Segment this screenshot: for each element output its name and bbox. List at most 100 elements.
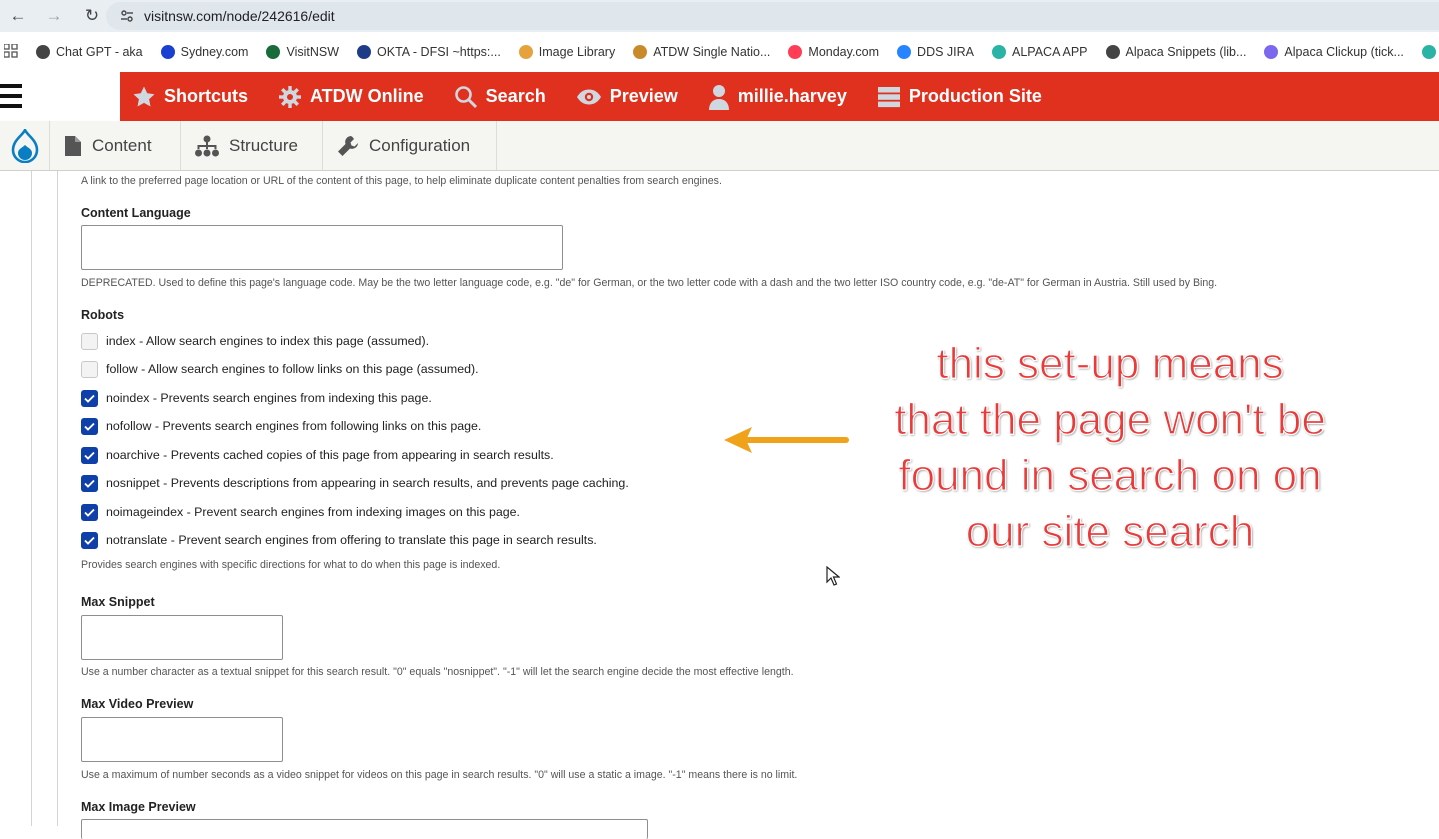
gear-icon [279,85,302,108]
toolbar-search[interactable]: Search [454,85,546,109]
forward-button[interactable]: → [36,0,72,32]
tray-content[interactable]: Content [50,121,181,170]
content-language-label: Content Language [81,206,191,220]
hamburger-menu-icon[interactable] [0,84,22,114]
openai-icon [36,45,50,59]
tray-structure[interactable]: Structure [181,121,323,170]
bookmark-item[interactable]: Sydney.com [160,45,249,59]
max-snippet-label: Max Snippet [81,595,155,609]
monday-icon [788,45,803,59]
checkmark-icon [84,394,95,403]
bookmark-item[interactable]: Chat GPT - aka [36,45,143,59]
toolbar-preview[interactable]: Preview [576,85,678,109]
reload-button[interactable]: ↻ [74,0,110,32]
apps-grid-icon[interactable] [3,42,18,61]
max-snippet-field[interactable] [81,615,283,660]
site-info-icon[interactable] [112,9,142,23]
max-video-preview-description: Use a maximum of number seconds as a vid… [81,769,798,781]
bookmark-item[interactable]: ALPACA APP [992,45,1088,59]
robots-label: Robots [81,308,125,322]
robots-option-nofollow[interactable]: nofollow - Prevents search engines from … [81,417,481,435]
robots-option-label: follow - Allow search engines to follow … [106,362,479,376]
bookmark-label: Image Library [538,45,616,59]
robots-option-follow[interactable]: follow - Allow search engines to follow … [81,360,479,378]
robots-option-noarchive[interactable]: noarchive - Prevents cached copies of th… [81,446,554,464]
edit-form: A link to the preferred page location or… [0,171,1439,839]
bookmark-item[interactable]: Alpaca Clickup (tick... [1264,45,1404,59]
robots-option-notranslate[interactable]: notranslate - Prevent search engines fro… [81,531,597,549]
visitnsw-icon [266,45,281,59]
annotation-text: this set-up means that the page won't be… [840,336,1380,560]
sitemap-icon [195,135,219,156]
checkbox[interactable] [81,360,98,378]
max-video-preview-label: Max Video Preview [81,697,194,711]
toolbar-shortcuts[interactable]: Shortcuts [132,85,248,109]
toolbar-user-label: millie.harvey [737,86,847,106]
annotation-line: found in search on on [898,450,1322,500]
canonical-url-description: A link to the preferred page location or… [81,175,722,187]
bookmark-label: ALPACA APP [1012,45,1088,59]
toolbar-user[interactable]: millie.harvey [708,84,847,110]
content-language-field[interactable] [81,225,563,270]
checkbox-checked[interactable] [81,446,98,464]
toolbar-production-site-label: Production Site [908,86,1042,106]
url-field[interactable]: visitnsw.com/node/242616/edit [106,2,1439,30]
alpaca-icon [1421,45,1436,59]
robots-description: Provides search engines with specific di… [81,559,501,571]
checkbox-checked[interactable] [81,389,98,407]
bookmark-item[interactable]: DDS JIRA [897,45,974,59]
bookmark-item[interactable]: Monday.com [788,45,879,59]
robots-option-noindex[interactable]: noindex - Prevents search engines from i… [81,389,432,407]
robots-option-label: index - Allow search engines to index th… [106,334,430,348]
bookmark-item[interactable]: VisitNSW [266,45,339,59]
toolbar-left [0,72,120,121]
robots-option-nosnippet[interactable]: nosnippet - Prevents descriptions from a… [81,474,629,492]
file-icon [65,135,81,156]
checkbox-checked[interactable] [81,503,98,521]
clickup-icon [1264,45,1279,59]
robots-option-noimageindex[interactable]: noimageindex - Prevent search engines fr… [81,503,520,521]
bookmark-list: Chat GPT - aka Sydney.com VisitNSW OKTA - D… [36,45,1439,59]
tray-content-label: Content [92,135,152,155]
toolbar-search-label: Search [485,86,546,106]
robots-option-index[interactable]: index - Allow search engines to index th… [81,332,429,350]
robots-option-label: noindex - Prevents search engines from i… [106,391,432,405]
admin-tray: Content Structure Configuration [0,121,1439,171]
drupal-logo-icon[interactable] [0,121,50,170]
checkbox-checked[interactable] [81,531,98,549]
bookmark-item[interactable]: Alpaca Snippets (lib... [1105,45,1246,59]
reload-icon: ↻ [84,6,100,25]
back-button[interactable]: ← [0,0,36,32]
tray-configuration[interactable]: Configuration [323,121,497,170]
alpaca-icon [992,45,1006,59]
jira-icon [897,45,912,59]
url-text: visitnsw.com/node/242616/edit [144,8,335,24]
robots-option-label: noimageindex - Prevent search engines fr… [106,505,520,519]
bookmark-label: OKTA - DFSI ~https:... [377,45,501,59]
checkbox-checked[interactable] [81,474,98,492]
eye-icon [576,89,601,104]
checkmark-icon [84,422,95,431]
star-icon [133,86,155,106]
search-icon [454,85,477,108]
bookmark-item[interactable]: Alpaca [1421,45,1439,59]
bookmark-item[interactable]: Image Library [518,45,616,59]
toolbar-production-site[interactable]: Production Site [877,85,1042,109]
bookmark-item[interactable]: OKTA - DFSI ~https:... [357,45,501,59]
bookmark-label: Sydney.com [180,45,249,59]
checkbox[interactable] [81,332,98,350]
bookmarks-bar: Chat GPT - aka Sydney.com VisitNSW OKTA - D… [0,32,1439,72]
max-video-preview-field[interactable] [81,717,283,762]
max-image-preview-select[interactable] [81,819,648,839]
bookmark-item[interactable]: ATDW Single Natio... [633,45,770,59]
tray-structure-label: Structure [229,135,298,155]
content-language-description: DEPRECATED. Used to define this page's l… [81,277,1218,289]
checkmark-icon [84,508,95,517]
checkbox-checked[interactable] [81,417,98,435]
wrench-icon [338,135,358,156]
toolbar-atdw-online[interactable]: ATDW Online [278,85,424,109]
annotation-line: this set-up means [936,338,1284,388]
atdw-icon [633,45,648,59]
server-icon [877,86,900,107]
tray-configuration-label: Configuration [369,135,471,155]
